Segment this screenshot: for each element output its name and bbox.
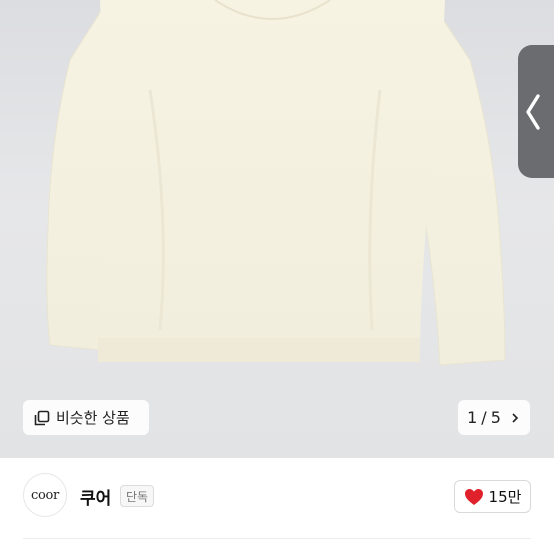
current-image-number: 1 bbox=[467, 408, 478, 427]
store-logo[interactable]: coor bbox=[23, 473, 67, 517]
chevron-right-icon bbox=[512, 412, 519, 423]
store-logo-text: coor bbox=[31, 487, 59, 503]
counter-separator: / bbox=[481, 408, 487, 427]
sweater-image bbox=[46, 0, 506, 366]
image-counter[interactable]: 1 / 5 bbox=[458, 400, 530, 435]
like-count: 15만 bbox=[488, 488, 522, 506]
exclusive-badge: 단독 bbox=[120, 485, 155, 507]
copy-icon bbox=[34, 410, 50, 425]
side-back-tab[interactable] bbox=[518, 45, 554, 178]
similar-products-label: 비슷한 상품 bbox=[56, 409, 130, 427]
store-name[interactable]: 쿠어 bbox=[80, 484, 111, 509]
chevron-left-icon bbox=[526, 93, 540, 130]
similar-products-button[interactable]: 비슷한 상품 bbox=[23, 400, 149, 435]
divider bbox=[23, 538, 531, 539]
store-row[interactable]: coor 쿠어 단독 15만 bbox=[0, 458, 554, 538]
total-image-count: 5 bbox=[490, 408, 501, 427]
like-button[interactable]: 15만 bbox=[454, 480, 531, 513]
heart-icon bbox=[464, 488, 483, 505]
product-image[interactable]: 비슷한 상품 1 / 5 bbox=[0, 0, 554, 458]
